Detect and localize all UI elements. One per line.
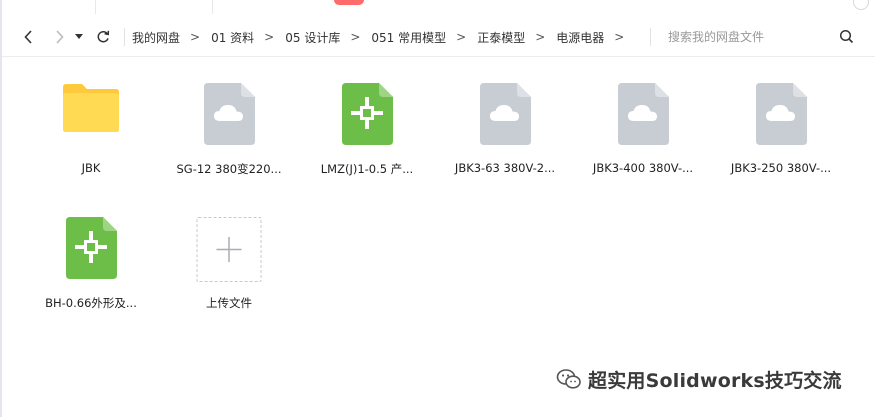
upload-label: 上传文件 bbox=[206, 296, 252, 310]
file-name: JBK3-63 380V-2... bbox=[454, 161, 556, 175]
cloud-file-icon bbox=[618, 83, 669, 145]
file-grid: JBK SG-12 380变220... LMZ(J)1-0.5 产... JB… bbox=[0, 57, 875, 417]
file-item-cloud[interactable]: JBK3-63 380V-2... bbox=[436, 57, 574, 177]
watermark-text: 超实用Solidworks技巧交流 bbox=[588, 369, 842, 392]
breadcrumb-separator: > bbox=[264, 30, 275, 44]
file-item-model[interactable]: LMZ(J)1-0.5 产... bbox=[298, 57, 436, 177]
toolbar-divider bbox=[124, 28, 125, 46]
caret-down-icon bbox=[75, 34, 83, 39]
search-icon[interactable] bbox=[838, 28, 856, 46]
history-dropdown-button[interactable] bbox=[72, 26, 86, 48]
file-item-folder[interactable]: JBK bbox=[22, 57, 160, 177]
file-name: JBK bbox=[81, 161, 101, 175]
back-button[interactable] bbox=[18, 26, 40, 48]
breadcrumb-separator: > bbox=[190, 30, 201, 44]
breadcrumb-separator: > bbox=[456, 30, 467, 44]
breadcrumb-separator: > bbox=[535, 30, 546, 44]
window-control[interactable] bbox=[853, 0, 869, 10]
tab-segment bbox=[0, 0, 96, 14]
file-item-cloud[interactable]: JBK3-250 380V-... bbox=[712, 57, 850, 177]
search-input[interactable] bbox=[666, 27, 833, 47]
watermark: 超实用Solidworks技巧交流 bbox=[556, 366, 842, 392]
forward-button[interactable] bbox=[48, 26, 70, 48]
notification-pill bbox=[334, 0, 364, 5]
window-top-strip bbox=[0, 0, 875, 417]
breadcrumb-separator: > bbox=[614, 30, 625, 44]
chevron-left-icon bbox=[24, 30, 32, 44]
chevron-right-icon bbox=[56, 30, 64, 44]
breadcrumb-item[interactable]: 051 常用模型 bbox=[371, 29, 446, 46]
folder-icon bbox=[63, 84, 119, 132]
search-divider bbox=[650, 28, 651, 46]
breadcrumb: 我的网盘 > 01 资料 > 05 设计库 > 051 常用模型 > 正泰模型 … bbox=[132, 18, 635, 56]
breadcrumb-item[interactable]: 05 设计库 bbox=[285, 29, 340, 46]
address-bar: 我的网盘 > 01 资料 > 05 设计库 > 051 常用模型 > 正泰模型 … bbox=[2, 18, 875, 57]
search-box bbox=[666, 27, 866, 47]
crosshair-file-icon bbox=[66, 217, 117, 279]
breadcrumb-separator: > bbox=[350, 30, 361, 44]
file-name: JBK3-250 380V-... bbox=[730, 161, 832, 175]
breadcrumb-item[interactable]: 正泰模型 bbox=[477, 29, 525, 46]
wechat-icon bbox=[556, 369, 581, 389]
tab-segment bbox=[95, 0, 213, 14]
breadcrumb-item[interactable]: 01 资料 bbox=[211, 29, 254, 46]
cloud-file-icon bbox=[480, 83, 531, 145]
file-name: JBK3-400 380V-... bbox=[592, 161, 694, 175]
breadcrumb-item[interactable]: 电源电器 bbox=[556, 29, 604, 46]
file-name: LMZ(J)1-0.5 产... bbox=[320, 162, 414, 176]
breadcrumb-item[interactable]: 我的网盘 bbox=[132, 29, 180, 46]
upload-dropzone[interactable] bbox=[196, 217, 262, 282]
cloud-file-icon bbox=[204, 83, 255, 145]
file-name: BH-0.66外形及... bbox=[45, 296, 137, 310]
upload-file-button[interactable]: 上传文件 bbox=[160, 191, 298, 311]
refresh-icon bbox=[97, 30, 110, 43]
cloud-file-icon bbox=[756, 83, 807, 145]
file-item-model[interactable]: BH-0.66外形及... bbox=[22, 191, 160, 311]
file-item-cloud[interactable]: JBK3-400 380V-... bbox=[574, 57, 712, 177]
plus-icon bbox=[216, 237, 242, 262]
file-item-cloud[interactable]: SG-12 380变220... bbox=[160, 57, 298, 177]
crosshair-file-icon bbox=[342, 83, 393, 145]
refresh-button[interactable] bbox=[92, 26, 114, 48]
file-name: SG-12 380变220... bbox=[176, 162, 282, 176]
